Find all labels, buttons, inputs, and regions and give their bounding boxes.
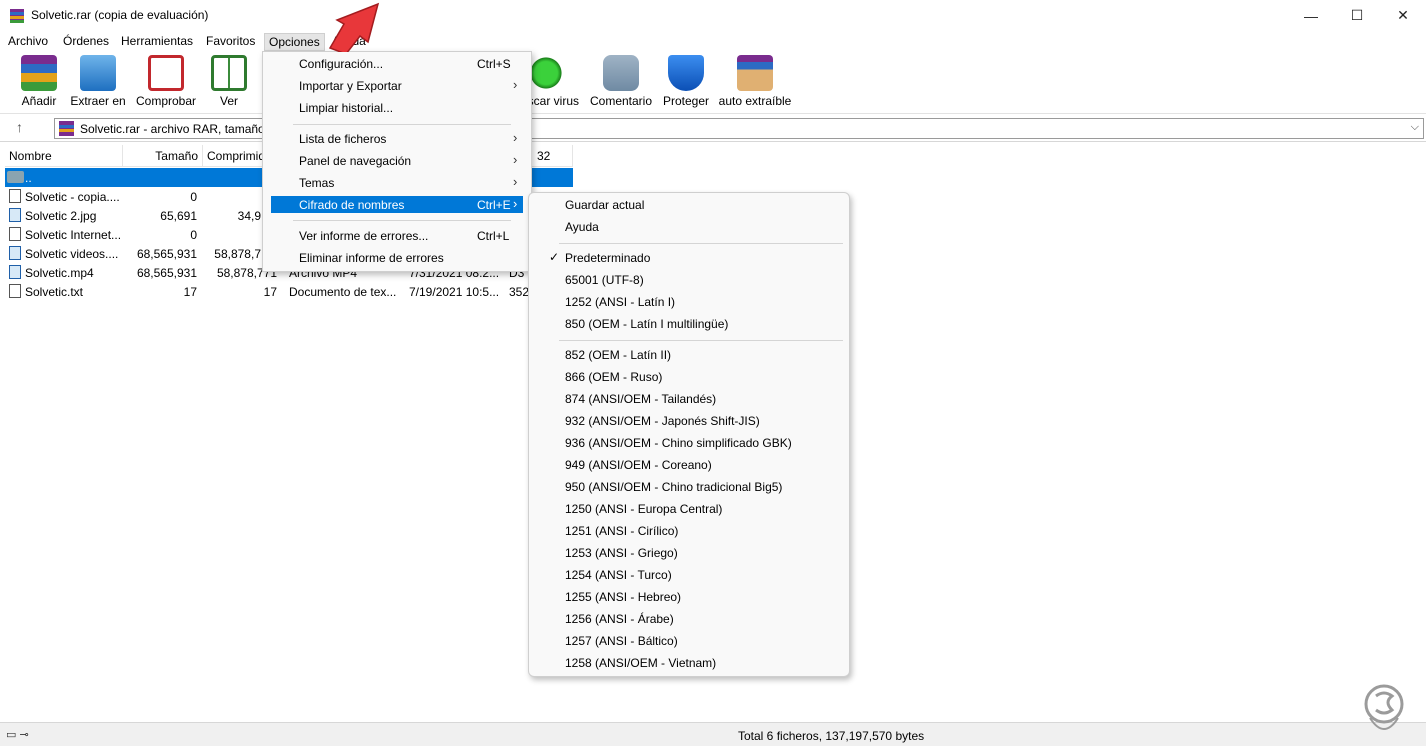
encoding-949[interactable]: 949 (ANSI/OEM - Coreano) <box>537 455 843 475</box>
virus-icon <box>528 55 564 91</box>
file-icon <box>9 227 21 241</box>
comment-button[interactable]: Comentario <box>588 55 654 108</box>
menu-item-eliminar-informe[interactable]: Eliminar informe de errores <box>271 248 523 268</box>
menu-ordenes[interactable]: Órdenes <box>59 33 113 51</box>
encoding-1251[interactable]: 1251 (ANSI - Cirílico) <box>537 521 843 541</box>
menu-separator <box>559 243 843 244</box>
window-title: Solvetic.rar (copia de evaluación) <box>31 8 209 22</box>
options-menu: Configuración... Ctrl+S Importar y Expor… <box>262 51 532 272</box>
checkmark-icon: ✓ <box>549 250 560 264</box>
text-file-icon <box>9 284 21 298</box>
winrar-app-icon <box>10 9 24 23</box>
menu-bar: Archivo Órdenes Herramientas Favoritos O… <box>0 31 1426 51</box>
extract-to-button[interactable]: Extraer en <box>70 55 126 108</box>
close-button[interactable]: ✕ <box>1380 0 1426 31</box>
file-row[interactable]: Solvetic.txt 17 17 Documento de tex... 7… <box>5 282 573 301</box>
menu-item-panel-navegacion[interactable]: Panel de navegación › <box>271 151 523 171</box>
add-archive-icon <box>21 55 57 91</box>
menu-item-importar-exportar[interactable]: Importar y Exportar › <box>271 76 523 96</box>
encoding-1252[interactable]: 1252 (ANSI - Latín I) <box>537 292 843 312</box>
status-bar: ▭ ⊸ Total 6 ficheros, 137,197,570 bytes <box>0 722 1426 746</box>
encoding-submenu: Guardar actual Ayuda ✓ Predeterminado 65… <box>528 192 850 677</box>
maximize-button[interactable]: ☐ <box>1334 0 1380 31</box>
menu-item-ver-informe[interactable]: Ver informe de errores... Ctrl+L <box>271 226 523 246</box>
encoding-ayuda[interactable]: Ayuda <box>537 217 843 237</box>
encoding-guardar-actual[interactable]: Guardar actual <box>537 195 843 215</box>
encoding-866[interactable]: 866 (OEM - Ruso) <box>537 367 843 387</box>
encoding-852[interactable]: 852 (OEM - Latín II) <box>537 345 843 365</box>
shield-icon <box>668 55 704 91</box>
title-bar: Solvetic.rar (copia de evaluación) — ☐ ✕ <box>0 0 1426 31</box>
sfx-box-icon <box>737 55 773 91</box>
path-text: Solvetic.rar - archivo RAR, tamaño <box>80 122 265 136</box>
menu-item-cifrado-nombres[interactable]: Cifrado de nombres Ctrl+E › <box>271 196 523 213</box>
submenu-arrow-icon: › <box>513 152 518 167</box>
video-file-icon <box>9 265 21 279</box>
protect-button[interactable]: Proteger <box>662 55 710 108</box>
submenu-arrow-icon: › <box>513 130 518 145</box>
extract-folder-icon <box>80 55 116 91</box>
encoding-65001[interactable]: 65001 (UTF-8) <box>537 270 843 290</box>
image-file-icon <box>9 208 21 222</box>
encoding-850[interactable]: 850 (OEM - Latín I multilingüe) <box>537 314 843 334</box>
submenu-arrow-icon: › <box>513 174 518 189</box>
view-button[interactable]: Ver <box>206 55 252 108</box>
menu-opciones[interactable]: Opciones <box>264 33 325 51</box>
clipboard-check-icon <box>148 55 184 91</box>
folder-icon <box>7 171 24 183</box>
encoding-1254[interactable]: 1254 (ANSI - Turco) <box>537 565 843 585</box>
encoding-874[interactable]: 874 (ANSI/OEM - Tailandés) <box>537 389 843 409</box>
submenu-arrow-icon: › <box>513 196 518 211</box>
menu-separator <box>559 340 843 341</box>
menu-item-lista-ficheros[interactable]: Lista de ficheros › <box>271 129 523 149</box>
menu-item-configuracion[interactable]: Configuración... Ctrl+S <box>271 54 523 74</box>
encoding-1255[interactable]: 1255 (ANSI - Hebreo) <box>537 587 843 607</box>
menu-separator <box>293 220 511 221</box>
encoding-1258[interactable]: 1258 (ANSI/OEM - Vietnam) <box>537 653 843 673</box>
submenu-arrow-icon: › <box>513 77 518 92</box>
menu-favoritos[interactable]: Favoritos <box>202 33 259 51</box>
encoding-predeterminado[interactable]: ✓ Predeterminado <box>537 248 843 268</box>
red-pointer-arrow-icon <box>328 2 380 52</box>
file-icon <box>9 189 21 203</box>
book-icon <box>211 55 247 91</box>
up-arrow-icon[interactable]: ↑ <box>16 119 23 135</box>
encoding-932[interactable]: 932 (ANSI/OEM - Japonés Shift-JIS) <box>537 411 843 431</box>
solvetic-logo-icon <box>1364 684 1404 730</box>
menu-herramientas[interactable]: Herramientas <box>117 33 197 51</box>
encoding-1250[interactable]: 1250 (ANSI - Europa Central) <box>537 499 843 519</box>
menu-item-limpiar-historial[interactable]: Limpiar historial... <box>271 98 523 118</box>
video-file-icon <box>9 246 21 260</box>
toolbar: Añadir Extraer en Comprobar Ver Buscar v… <box>0 51 1426 114</box>
encoding-950[interactable]: 950 (ANSI/OEM - Chino tradicional Big5) <box>537 477 843 497</box>
encoding-1253[interactable]: 1253 (ANSI - Griego) <box>537 543 843 563</box>
add-button[interactable]: Añadir <box>14 55 64 108</box>
minimize-button[interactable]: — <box>1288 0 1334 31</box>
column-name[interactable]: Nombre <box>5 145 123 167</box>
comment-icon <box>603 55 639 91</box>
column-crc-partial[interactable]: 32 <box>533 145 573 167</box>
status-text: Total 6 ficheros, 137,197,570 bytes <box>738 729 925 743</box>
test-button[interactable]: Comprobar <box>134 55 198 108</box>
encoding-936[interactable]: 936 (ANSI/OEM - Chino simplificado GBK) <box>537 433 843 453</box>
path-dropdown-icon[interactable]: ⌵ <box>1411 121 1419 134</box>
address-bar: ↑ Solvetic.rar - archivo RAR, tamaño ⌵ <box>0 115 1426 142</box>
menu-separator <box>293 124 511 125</box>
sfx-button[interactable]: auto extraíble <box>718 55 792 108</box>
drive-key-icon: ▭ ⊸ <box>6 729 29 741</box>
menu-item-temas[interactable]: Temas › <box>271 173 523 193</box>
rar-file-icon <box>59 121 74 136</box>
encoding-1256[interactable]: 1256 (ANSI - Árabe) <box>537 609 843 629</box>
column-size[interactable]: Tamaño <box>123 145 203 167</box>
path-field[interactable]: Solvetic.rar - archivo RAR, tamaño ⌵ <box>54 118 1424 139</box>
encoding-1257[interactable]: 1257 (ANSI - Báltico) <box>537 631 843 651</box>
menu-archivo[interactable]: Archivo <box>4 33 52 51</box>
